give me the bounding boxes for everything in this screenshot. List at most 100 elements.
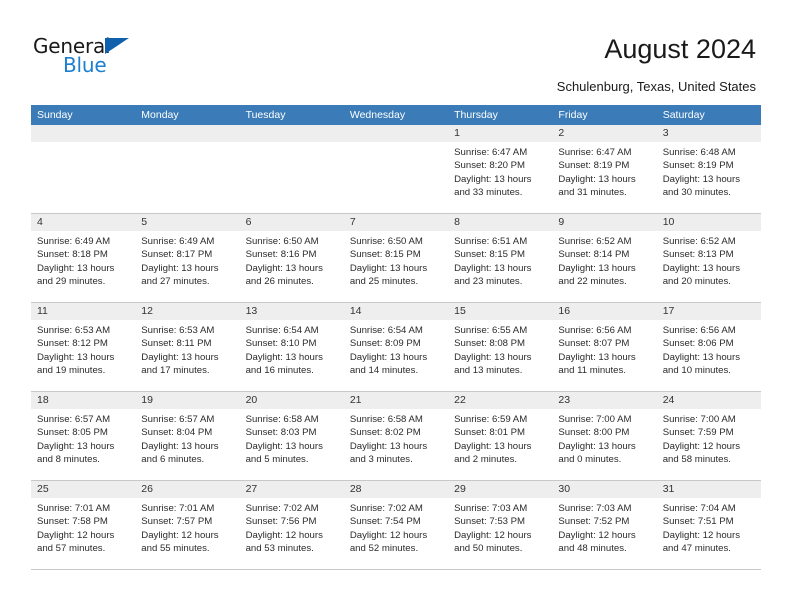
day-detail-line: Daylight: 13 hours <box>454 440 532 452</box>
day-details: Sunrise: 7:02 AM Sunset: 7:54 PM Daylight:… <box>344 498 448 556</box>
day-cell-1[interactable]: 1 Sunrise: 6:47 AM Sunset: 8:20 PM Daylight… <box>448 125 553 213</box>
page-subtitle: Schulenburg, Texas, United States <box>556 79 756 94</box>
day-number: 18 <box>31 392 136 409</box>
day-detail-line: and 16 minutes. <box>245 365 314 377</box>
calendar-weeks: 1 Sunrise: 6:47 AM Sunset: 8:20 PM Daylight… <box>31 125 761 570</box>
weekday-header-row: Sunday Monday Tuesday Wednesday Thursday Frid… <box>31 105 761 125</box>
day-cell-15[interactable]: 15 Sunrise: 6:55 AM Sunset: 8:08 PM Dayligh… <box>448 303 553 391</box>
day-detail-line: Daylight: 13 hours <box>558 440 636 452</box>
triangle-icon <box>105 38 129 54</box>
day-detail-line: Sunrise: 7:00 AM <box>662 414 736 425</box>
day-cell-30[interactable]: 30 Sunrise: 7:03 AM Sunset: 7:52 PM Dayligh… <box>552 481 657 569</box>
page-header: General Blue August 2024 Schulenburg, Te… <box>0 0 792 100</box>
day-number: 15 <box>448 303 553 320</box>
day-detail-line: Daylight: 12 hours <box>245 529 323 541</box>
day-cell-16[interactable]: 16 Sunrise: 6:56 AM Sunset: 8:07 PM Dayligh… <box>552 303 657 391</box>
day-detail-line: Daylight: 12 hours <box>349 529 428 541</box>
day-cell-empty <box>135 125 240 213</box>
day-detail-line: Daylight: 13 hours <box>454 173 532 185</box>
day-cell-19[interactable]: 19 Sunrise: 6:57 AM Sunset: 8:04 PM Dayligh… <box>135 392 240 480</box>
day-details: Sunrise: 6:54 AM Sunset: 8:10 PM Daylight:… <box>240 320 344 378</box>
day-number: 10 <box>656 214 761 231</box>
day-cell-29[interactable]: 29 Sunrise: 7:03 AM Sunset: 7:53 PM Dayligh… <box>448 481 553 569</box>
day-cell-20[interactable]: 20 Sunrise: 6:58 AM Sunset: 8:03 PM Dayligh… <box>239 392 344 480</box>
day-cell-3[interactable]: 3 Sunrise: 6:48 AM Sunset: 8:19 PM Daylight… <box>656 125 761 213</box>
day-detail-line: Sunset: 8:03 PM <box>245 427 317 439</box>
weekday-header-sunday: Sunday <box>37 109 73 121</box>
day-detail-line: Daylight: 13 hours <box>141 440 219 452</box>
day-detail-line: Sunset: 8:11 PM <box>141 338 212 350</box>
day-cell-27[interactable]: 27 Sunrise: 7:02 AM Sunset: 7:56 PM Dayligh… <box>239 481 344 569</box>
day-detail-line: and 17 minutes. <box>141 365 210 377</box>
day-detail-line: and 50 minutes. <box>454 543 523 555</box>
day-detail-line: Sunrise: 6:57 AM <box>141 414 215 425</box>
day-detail-line: Sunrise: 7:01 AM <box>141 503 215 514</box>
day-cell-6[interactable]: 6 Sunrise: 6:50 AM Sunset: 8:16 PM Daylight… <box>239 214 344 302</box>
day-cell-18[interactable]: 18 Sunrise: 6:57 AM Sunset: 8:05 PM Dayligh… <box>31 392 136 480</box>
day-cell-23[interactable]: 23 Sunrise: 7:00 AM Sunset: 8:00 PM Dayligh… <box>552 392 657 480</box>
day-cell-7[interactable]: 7 Sunrise: 6:50 AM Sunset: 8:15 PM Daylight… <box>343 214 449 302</box>
day-cell-13[interactable]: 13 Sunrise: 6:54 AM Sunset: 8:10 PM Dayligh… <box>239 303 344 391</box>
day-cell-10[interactable]: 10 Sunrise: 6:52 AM Sunset: 8:13 PM Dayligh… <box>656 214 761 302</box>
day-cell-24[interactable]: 24 Sunrise: 7:00 AM Sunset: 7:59 PM Dayligh… <box>656 392 761 480</box>
day-cell-14[interactable]: 14 Sunrise: 6:54 AM Sunset: 8:09 PM Dayligh… <box>343 303 449 391</box>
day-detail-line: Sunrise: 6:52 AM <box>662 236 736 247</box>
day-detail-line: Sunset: 8:16 PM <box>245 249 317 261</box>
day-detail-line: and 31 minutes. <box>558 187 627 199</box>
day-detail-line: Sunset: 8:14 PM <box>558 249 630 261</box>
day-number: 22 <box>448 392 553 409</box>
day-detail-line: and 30 minutes. <box>662 187 731 199</box>
day-cell-4[interactable]: 4 Sunrise: 6:49 AM Sunset: 8:18 PM Daylight… <box>31 214 136 302</box>
day-cell-31[interactable]: 31 Sunrise: 7:04 AM Sunset: 7:51 PM Dayligh… <box>656 481 761 569</box>
day-detail-line: Sunrise: 6:56 AM <box>558 325 632 336</box>
day-detail-line: Sunset: 8:15 PM <box>454 249 526 261</box>
day-detail-line: and 27 minutes. <box>141 276 210 288</box>
day-details: Sunrise: 7:00 AM Sunset: 7:59 PM Daylight:… <box>657 409 761 467</box>
day-detail-line: and 0 minutes. <box>558 454 622 466</box>
day-cell-11[interactable]: 11 Sunrise: 6:53 AM Sunset: 8:12 PM Dayligh… <box>31 303 136 391</box>
day-details: Sunrise: 7:02 AM Sunset: 7:56 PM Daylight:… <box>240 498 344 556</box>
day-cell-9[interactable]: 9 Sunrise: 6:52 AM Sunset: 8:14 PM Daylight… <box>552 214 657 302</box>
day-detail-line: Sunset: 8:00 PM <box>558 427 630 439</box>
day-details: Sunrise: 6:49 AM Sunset: 8:17 PM Daylight:… <box>135 231 239 289</box>
weekday-header-saturday: Saturday <box>662 109 705 121</box>
day-cell-8[interactable]: 8 Sunrise: 6:51 AM Sunset: 8:15 PM Daylight… <box>448 214 553 302</box>
generalblue-logo[interactable]: General Blue <box>33 36 213 82</box>
weekday-header-friday: Friday <box>558 109 588 121</box>
day-detail-line: Sunrise: 7:01 AM <box>37 503 111 514</box>
day-number: 13 <box>239 303 344 320</box>
day-detail-line: Sunset: 8:10 PM <box>245 338 317 350</box>
day-number <box>239 125 344 142</box>
day-cell-21[interactable]: 21 Sunrise: 6:58 AM Sunset: 8:02 PM Dayligh… <box>343 392 449 480</box>
day-details: Sunrise: 7:01 AM Sunset: 7:58 PM Daylight:… <box>31 498 135 556</box>
day-detail-line: Daylight: 12 hours <box>454 529 532 541</box>
day-detail-line: Sunrise: 7:00 AM <box>558 414 632 425</box>
day-detail-line: Sunrise: 6:52 AM <box>558 236 632 247</box>
day-cell-2[interactable]: 2 Sunrise: 6:47 AM Sunset: 8:19 PM Daylight… <box>552 125 657 213</box>
day-number: 24 <box>656 392 761 409</box>
day-number: 27 <box>239 481 344 498</box>
day-cell-25[interactable]: 25 Sunrise: 7:01 AM Sunset: 7:58 PM Dayligh… <box>31 481 136 569</box>
day-detail-line: Daylight: 12 hours <box>662 440 741 452</box>
day-details: Sunrise: 7:03 AM Sunset: 7:53 PM Daylight:… <box>448 498 552 556</box>
day-detail-line: Daylight: 13 hours <box>37 262 115 274</box>
day-cell-28[interactable]: 28 Sunrise: 7:02 AM Sunset: 7:54 PM Dayligh… <box>343 481 449 569</box>
day-cell-5[interactable]: 5 Sunrise: 6:49 AM Sunset: 8:17 PM Daylight… <box>135 214 240 302</box>
day-detail-line: Daylight: 13 hours <box>662 262 741 274</box>
day-detail-line: and 25 minutes. <box>349 276 419 288</box>
day-number: 11 <box>31 303 136 320</box>
day-number: 8 <box>448 214 553 231</box>
day-cell-26[interactable]: 26 Sunrise: 7:01 AM Sunset: 7:57 PM Dayligh… <box>135 481 240 569</box>
day-detail-line: Sunset: 7:52 PM <box>558 516 630 528</box>
day-detail-line: Daylight: 13 hours <box>558 262 636 274</box>
day-cell-12[interactable]: 12 Sunrise: 6:53 AM Sunset: 8:11 PM Dayligh… <box>135 303 240 391</box>
day-number: 30 <box>552 481 657 498</box>
day-details: Sunrise: 6:56 AM Sunset: 8:06 PM Daylight:… <box>657 320 761 378</box>
weekday-header-tuesday: Tuesday <box>245 109 286 121</box>
day-number: 3 <box>656 125 761 142</box>
day-detail-line: and 22 minutes. <box>558 276 627 288</box>
day-cell-22[interactable]: 22 Sunrise: 6:59 AM Sunset: 8:01 PM Dayligh… <box>448 392 553 480</box>
day-cell-17[interactable]: 17 Sunrise: 6:56 AM Sunset: 8:06 PM Dayligh… <box>656 303 761 391</box>
calendar-page: General Blue August 2024 Schulenburg, Te… <box>0 0 792 612</box>
day-detail-line: Daylight: 12 hours <box>558 529 636 541</box>
